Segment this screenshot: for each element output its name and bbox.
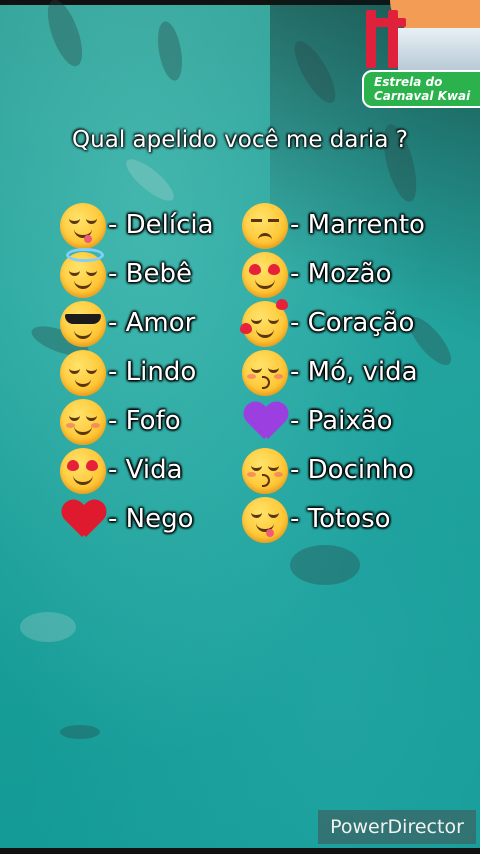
option-label: - Fofo: [108, 406, 181, 436]
badge-decoration: [366, 18, 406, 27]
option-label: - Amor: [108, 308, 196, 338]
badge-label: Estrela do Carnaval Kwai: [362, 70, 480, 108]
fish-shape: [290, 545, 360, 585]
option-label: - Coração: [290, 308, 415, 338]
unamused-face-icon: [242, 203, 288, 249]
video-frame: Estrela do Carnaval Kwai Qual apelido vo…: [0, 0, 480, 854]
question-text: Qual apelido você me daria ?: [72, 127, 408, 153]
option-label: - Docinho: [290, 455, 414, 485]
relieved-face-icon: [60, 350, 106, 396]
sunglasses-face-icon: [60, 301, 106, 347]
option-label: - Nego: [108, 504, 194, 534]
smiling-face-hearts-icon: [240, 299, 288, 347]
badge-decoration: [398, 28, 480, 70]
fish-shape: [40, 0, 90, 71]
option-label: - Totoso: [290, 504, 391, 534]
kissing-face-icon: [242, 350, 288, 396]
option-label: - Mozão: [290, 259, 392, 289]
option-label: - Paixão: [290, 406, 393, 436]
halo-face-icon: [60, 248, 106, 298]
option-label: - Lindo: [108, 357, 197, 387]
fish-shape: [20, 612, 76, 642]
blush-face-icon: [60, 399, 106, 445]
fish-shape: [153, 19, 187, 83]
purple-heart-icon: [244, 403, 288, 443]
red-heart-icon: [62, 501, 106, 541]
option-label: - Bebê: [108, 259, 192, 289]
option-label: - Mó, vida: [290, 357, 418, 387]
badge-line-1: Estrela do: [374, 75, 443, 89]
bottom-bar: [0, 848, 480, 854]
badge-line-2: Carnaval Kwai: [374, 89, 471, 103]
fish-shape: [120, 153, 180, 207]
powerdirector-watermark: PowerDirector: [318, 810, 476, 844]
kissing-face-icon: [242, 448, 288, 494]
option-label: - Vida: [108, 455, 183, 485]
fish-shape: [60, 725, 100, 739]
option-label: - Marrento: [290, 210, 425, 240]
kwai-carnival-badge: Estrela do Carnaval Kwai: [360, 0, 480, 112]
yum-face-icon: [60, 203, 106, 249]
yum-face-icon: [242, 497, 288, 543]
option-label: - Delícia: [108, 210, 214, 240]
heart-eyes-face-icon: [60, 448, 106, 494]
heart-eyes-face-icon: [242, 252, 288, 298]
